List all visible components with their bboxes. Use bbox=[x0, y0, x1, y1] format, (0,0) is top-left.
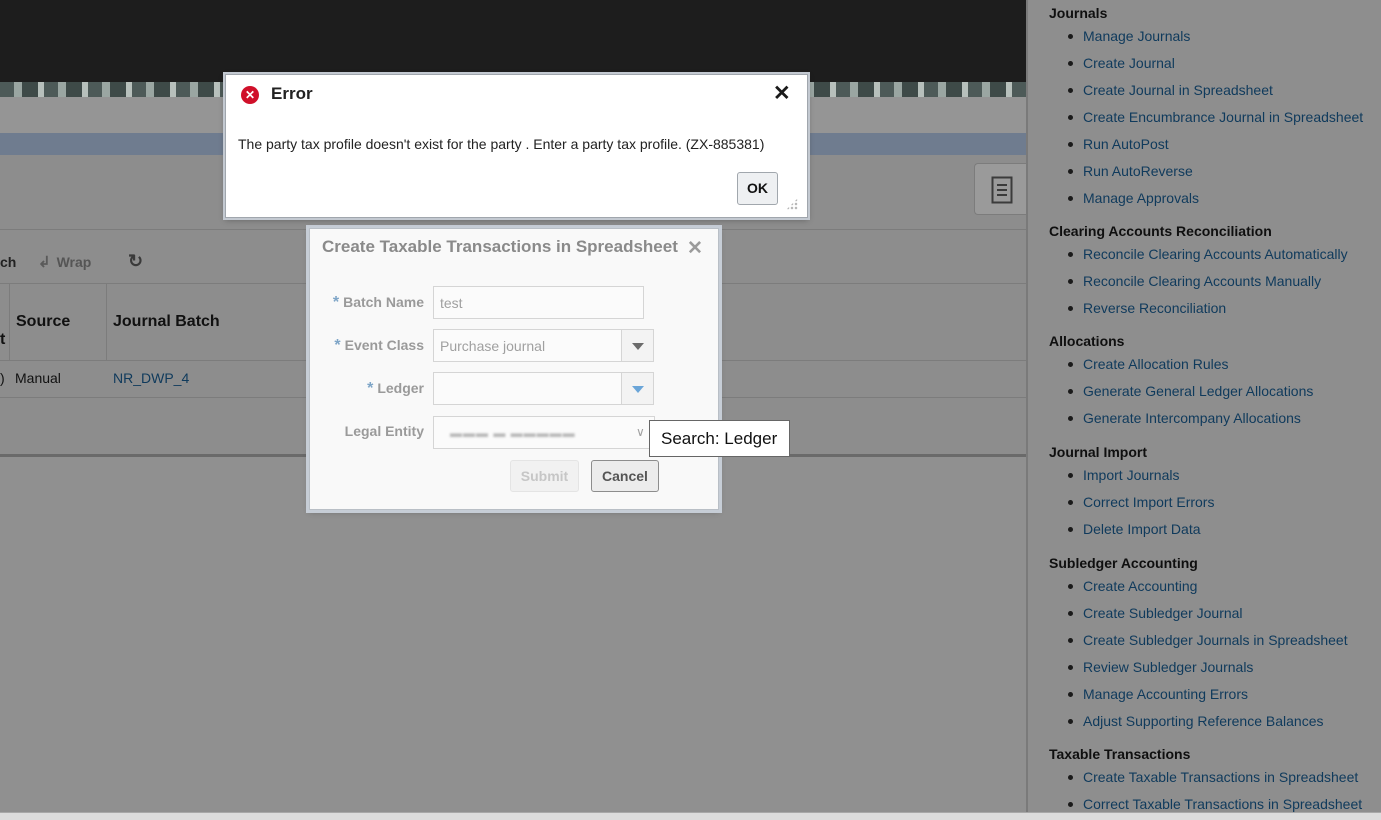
task-group-subledger-accounting: Subledger Accounting Create Accounting C… bbox=[1049, 553, 1348, 735]
search-button-fragment[interactable]: ch bbox=[0, 254, 16, 270]
ledger-label-text: Ledger bbox=[377, 380, 424, 396]
task-link-reverse-reconciliation[interactable]: Reverse Reconciliation bbox=[1049, 295, 1348, 322]
error-icon: ✕ bbox=[241, 86, 259, 104]
resize-grip-icon[interactable] bbox=[786, 198, 798, 210]
task-link-create-journal[interactable]: Create Journal bbox=[1049, 50, 1363, 77]
column-header-journal-batch[interactable]: Journal Batch bbox=[113, 313, 220, 331]
event-class-select[interactable]: Purchase journal bbox=[433, 329, 622, 362]
submit-button[interactable]: Submit bbox=[510, 460, 579, 492]
ledger-search-button[interactable] bbox=[621, 372, 654, 405]
task-link-create-subledger-journals-spreadsheet[interactable]: Create Subledger Journals in Spreadsheet bbox=[1049, 627, 1348, 654]
task-link-manage-accounting-errors[interactable]: Manage Accounting Errors bbox=[1049, 681, 1348, 708]
journal-batch-link[interactable]: NR_DWP_4 bbox=[113, 370, 189, 386]
event-class-label: * Event Class bbox=[324, 337, 424, 355]
task-link-adjust-supporting-reference-balances[interactable]: Adjust Supporting Reference Balances bbox=[1049, 708, 1348, 735]
wrap-icon: ↲ bbox=[38, 254, 51, 271]
task-link-create-journal-spreadsheet[interactable]: Create Journal in Spreadsheet bbox=[1049, 77, 1363, 104]
error-message: The party tax profile doesn't exist for … bbox=[238, 136, 765, 152]
cancel-button[interactable]: Cancel bbox=[591, 460, 659, 492]
required-marker: * bbox=[332, 294, 340, 311]
task-link-review-subledger-journals[interactable]: Review Subledger Journals bbox=[1049, 654, 1348, 681]
dialog-title: Create Taxable Transactions in Spreadshe… bbox=[322, 237, 678, 256]
task-link-reconcile-automatically[interactable]: Reconcile Clearing Accounts Automaticall… bbox=[1049, 241, 1348, 268]
task-group-taxable-transactions: Taxable Transactions Create Taxable Tran… bbox=[1049, 744, 1362, 812]
close-icon[interactable]: ✕ bbox=[773, 81, 791, 106]
task-group-title: Allocations bbox=[1049, 333, 1125, 349]
task-link-delete-import-data[interactable]: Delete Import Data bbox=[1049, 516, 1214, 543]
table-cell-source: Manual bbox=[15, 370, 61, 386]
task-group-clearing-accounts: Clearing Accounts Reconciliation Reconci… bbox=[1049, 221, 1348, 322]
horizontal-scrollbar[interactable] bbox=[0, 812, 1381, 820]
task-link-generate-gl-allocations[interactable]: Generate General Ledger Allocations bbox=[1049, 378, 1313, 405]
task-link-create-encumbrance-journal[interactable]: Create Encumbrance Journal in Spreadshee… bbox=[1049, 104, 1363, 131]
ledger-input[interactable] bbox=[433, 372, 622, 405]
column-header-partial: t bbox=[0, 331, 6, 348]
task-link-create-allocation-rules[interactable]: Create Allocation Rules bbox=[1049, 351, 1313, 378]
tasks-panel: Journals Manage Journals Create Journal … bbox=[1026, 0, 1381, 812]
task-link-manage-journals[interactable]: Manage Journals bbox=[1049, 23, 1363, 50]
task-link-create-subledger-journal[interactable]: Create Subledger Journal bbox=[1049, 600, 1348, 627]
task-group-journals: Journals Manage Journals Create Journal … bbox=[1049, 3, 1363, 212]
task-link-correct-import-errors[interactable]: Correct Import Errors bbox=[1049, 489, 1214, 516]
redacted-value: ▬▬▬ ▬ ▬▬▬▬▬ bbox=[450, 426, 576, 440]
chevron-down-icon bbox=[632, 386, 644, 393]
task-group-title: Subledger Accounting bbox=[1049, 555, 1198, 571]
task-group-title: Journal Import bbox=[1049, 444, 1148, 460]
task-link-run-autopost[interactable]: Run AutoPost bbox=[1049, 131, 1363, 158]
ok-button[interactable]: OK bbox=[737, 172, 778, 205]
refresh-icon[interactable]: ↻ bbox=[128, 251, 143, 272]
close-icon[interactable]: ✕ bbox=[687, 237, 703, 260]
event-class-dropdown-button[interactable] bbox=[621, 329, 654, 362]
task-group-title: Taxable Transactions bbox=[1049, 746, 1191, 762]
tasks-panel-tab[interactable] bbox=[974, 163, 1028, 215]
error-title: Error bbox=[271, 84, 313, 103]
chevron-down-icon: ∨ bbox=[636, 425, 645, 439]
legal-entity-label: Legal Entity bbox=[344, 423, 424, 439]
event-class-label-text: Event Class bbox=[344, 337, 424, 353]
task-link-create-accounting[interactable]: Create Accounting bbox=[1049, 573, 1348, 600]
task-group-title: Journals bbox=[1049, 5, 1108, 21]
task-link-import-journals[interactable]: Import Journals bbox=[1049, 462, 1214, 489]
required-marker: * bbox=[367, 380, 374, 397]
batch-name-label-text: Batch Name bbox=[343, 294, 424, 310]
column-header-source[interactable]: Source bbox=[16, 313, 70, 331]
task-link-correct-taxable-transactions[interactable]: Correct Taxable Transactions in Spreadsh… bbox=[1049, 791, 1362, 812]
ledger-label: * Ledger bbox=[324, 380, 424, 398]
task-group-allocations: Allocations Create Allocation Rules Gene… bbox=[1049, 331, 1313, 432]
column-divider bbox=[9, 283, 10, 360]
lower-area bbox=[0, 457, 1026, 820]
task-group-title: Clearing Accounts Reconciliation bbox=[1049, 223, 1272, 239]
wrap-label: Wrap bbox=[56, 254, 92, 270]
task-link-generate-intercompany-allocations[interactable]: Generate Intercompany Allocations bbox=[1049, 405, 1313, 432]
batch-name-label: * Batch Name bbox=[324, 294, 424, 312]
create-taxable-transactions-dialog: Create Taxable Transactions in Spreadshe… bbox=[309, 228, 719, 510]
task-link-run-autoreverse[interactable]: Run AutoReverse bbox=[1049, 158, 1363, 185]
error-dialog: ✕ Error ✕ The party tax profile doesn't … bbox=[225, 74, 808, 218]
task-link-manage-approvals[interactable]: Manage Approvals bbox=[1049, 185, 1363, 212]
column-divider bbox=[106, 283, 107, 360]
document-list-icon bbox=[991, 176, 1013, 204]
task-group-journal-import: Journal Import Import Journals Correct I… bbox=[1049, 442, 1214, 543]
app-header-dark bbox=[0, 0, 1026, 84]
wrap-button[interactable]: ↲ Wrap bbox=[38, 253, 91, 271]
table-cell-partial: ) bbox=[0, 370, 5, 386]
tooltip: Search: Ledger bbox=[649, 420, 790, 457]
task-link-reconcile-manually[interactable]: Reconcile Clearing Accounts Manually bbox=[1049, 268, 1348, 295]
chevron-down-icon bbox=[632, 343, 644, 350]
batch-name-input[interactable]: test bbox=[433, 286, 644, 319]
required-marker: * bbox=[334, 337, 341, 354]
task-link-create-taxable-transactions[interactable]: Create Taxable Transactions in Spreadshe… bbox=[1049, 764, 1362, 791]
